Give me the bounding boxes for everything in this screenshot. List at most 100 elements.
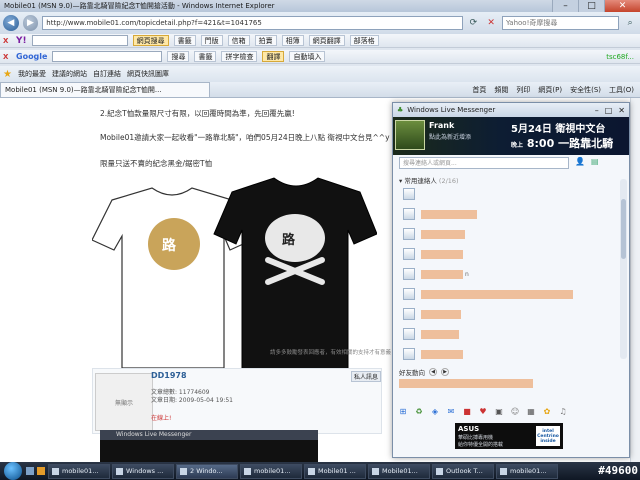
google-search-button[interactable]: 搜尋 (167, 51, 190, 62)
contact-item[interactable] (403, 227, 613, 241)
url-input[interactable]: http://www.mobile01.com/topicdetail.php?… (42, 16, 463, 30)
news-icon[interactable]: ▣ (493, 405, 505, 417)
messenger-maximize-button[interactable]: □ (605, 106, 613, 115)
quick-launch-icon[interactable] (37, 467, 45, 475)
activity-next-button[interactable]: ▶ (441, 368, 449, 376)
movie-icon[interactable]: ▦ (525, 405, 537, 417)
mail-icon[interactable]: ✉ (445, 405, 457, 417)
messenger-minimize-button[interactable]: – (595, 106, 599, 115)
messenger-close-button[interactable]: ✕ (618, 106, 625, 115)
yahoo-blog-button[interactable]: 部落格 (349, 35, 379, 46)
maximize-button[interactable]: □ (578, 0, 604, 12)
contact-avatar (403, 268, 415, 280)
private-message-button[interactable]: 私人訊息 (350, 371, 381, 382)
taskbar-item[interactable]: Mobile01... (368, 463, 430, 479)
home-button[interactable]: 首頁 (472, 85, 486, 95)
post-username[interactable]: DD1978 (151, 371, 187, 380)
yahoo-auction-button[interactable]: 拍賣 (254, 35, 277, 46)
contact-avatar (403, 328, 415, 340)
contact-name-suffix: n (465, 270, 469, 278)
favorites-button[interactable]: 我的最愛 (18, 69, 46, 79)
group-header[interactable]: ▾ 常用連絡人 (2/16) (399, 175, 459, 185)
taskbar-item[interactable]: Outlook T... (432, 463, 494, 479)
taskbar-item[interactable]: 2 Windo... (176, 463, 238, 479)
heart-icon[interactable]: ♥ (477, 405, 489, 417)
contact-list-scrollbar[interactable] (620, 179, 627, 359)
taskbar-item[interactable]: mobile01... (496, 463, 558, 479)
people-icon[interactable]: ☺ (509, 405, 521, 417)
user-name[interactable]: Frank (429, 121, 454, 130)
activity-item-redacted[interactable] (399, 379, 533, 388)
add-contact-icon[interactable]: 👤 (575, 157, 585, 166)
tab-mobile01[interactable]: Mobile01 (MSN 9.0)—路靠北騎冒險紀念T恤開... (0, 82, 210, 97)
stop-icon[interactable]: ✕ (484, 16, 498, 30)
contact-avatar (403, 348, 415, 360)
messenger-ad-banner[interactable]: ASUS 華碩比搏專用機 給你特優全開的搭載 intel Centrino in… (455, 423, 563, 449)
contact-item[interactable] (403, 307, 613, 321)
fav-item-web-slices[interactable]: 網頁快訊圖庫 (127, 69, 169, 79)
yahoo-portal-button[interactable]: 門版 (200, 35, 223, 46)
music-icon[interactable]: ♫ (557, 405, 569, 417)
photos-icon[interactable]: ◈ (429, 405, 441, 417)
google-bookmarks-button[interactable]: 書籤 (194, 51, 217, 62)
contact-item[interactable]: n (403, 267, 613, 281)
contact-item[interactable] (403, 287, 613, 301)
forward-button[interactable]: ▶ (22, 15, 39, 31)
yahoo-search-button[interactable]: 網頁搜尋 (132, 35, 169, 46)
taskbar-item[interactable]: mobile01... (48, 463, 110, 479)
window-title: Mobile01 (MSN 9.0)—路靠北騎冒險紀念T恤開搶活動 - Wind… (4, 2, 275, 10)
contact-search-input[interactable]: 搜尋連絡人或網頁... (399, 157, 569, 169)
contact-item[interactable] (403, 187, 613, 201)
scrollbar-thumb[interactable] (621, 199, 626, 259)
google-user[interactable]: tsc68f... (606, 53, 640, 61)
tools-menu[interactable]: 工具(O) (609, 85, 634, 95)
feeds-button[interactable]: 頻閱 (494, 85, 508, 95)
safety-menu[interactable]: 安全性(S) (570, 85, 601, 95)
taskbar-item[interactable]: mobile01... (240, 463, 302, 479)
activity-prev-button[interactable]: ◀ (429, 368, 437, 376)
user-status-message[interactable]: 點此為新近增添 (429, 132, 471, 141)
contact-item[interactable] (403, 207, 613, 221)
google-translate-button[interactable]: 翻譯 (262, 51, 285, 62)
yahoo-search-input[interactable] (31, 35, 128, 46)
spaces-icon[interactable]: ♻ (413, 405, 425, 417)
page-menu[interactable]: 網頁(P) (538, 85, 562, 95)
contact-item[interactable] (403, 247, 613, 261)
yahoo-translate-button[interactable]: 網頁翻譯 (308, 35, 345, 46)
yahoo-mail-button[interactable]: 信箱 (227, 35, 250, 46)
games-icon[interactable]: ■ (461, 405, 473, 417)
star-icon[interactable]: ✿ (541, 405, 553, 417)
show-desktop-icon[interactable] (26, 467, 34, 475)
contact-name-redacted (421, 349, 463, 359)
taskbar-item[interactable]: Windows ... (112, 463, 174, 479)
close-toolbar-icon[interactable]: X (3, 37, 11, 45)
user-display-picture[interactable] (395, 120, 425, 150)
yahoo-photos-button[interactable]: 相簿 (281, 35, 304, 46)
page-scrollbar[interactable] (630, 98, 640, 462)
taskbar-item[interactable]: Mobile01 ... (304, 463, 366, 479)
favorites-star-icon[interactable]: ★ (3, 69, 12, 80)
back-button[interactable]: ◀ (3, 15, 19, 31)
close-button[interactable]: ✕ (604, 0, 640, 12)
print-button[interactable]: 列印 (516, 85, 530, 95)
windows-live-icon[interactable]: ⊞ (397, 405, 409, 417)
contact-item[interactable] (403, 347, 613, 361)
contact-name-redacted (421, 289, 573, 299)
contact-item[interactable] (403, 327, 613, 341)
fav-item-suggested[interactable]: 建議的網站 (52, 69, 87, 79)
minimize-button[interactable]: – (552, 0, 578, 12)
google-spellcheck-button[interactable]: 拼字檢查 (221, 51, 258, 62)
layout-options-icon[interactable]: ▤ (591, 157, 599, 166)
banner-ad-time[interactable]: 晚上 8:00 一路靠北騎 (511, 135, 613, 151)
refresh-icon[interactable]: ⟳ (467, 16, 481, 30)
banner-ad-date[interactable]: 5月24日 衛視中文台 (511, 120, 605, 135)
google-autofill-button[interactable]: 自動填入 (289, 51, 326, 62)
fav-item-custom-links[interactable]: 自訂連結 (93, 69, 121, 79)
search-icon[interactable]: ⌕ (623, 16, 637, 30)
close-toolbar-icon[interactable]: X (3, 53, 11, 61)
start-button[interactable] (4, 462, 22, 480)
search-input[interactable]: Yahoo!奇摩搜尋 (501, 16, 620, 30)
yahoo-bookmarks-button[interactable]: 書籤 (173, 35, 196, 46)
avatar[interactable]: 無顯示 (95, 373, 153, 431)
google-search-input[interactable] (52, 51, 163, 62)
